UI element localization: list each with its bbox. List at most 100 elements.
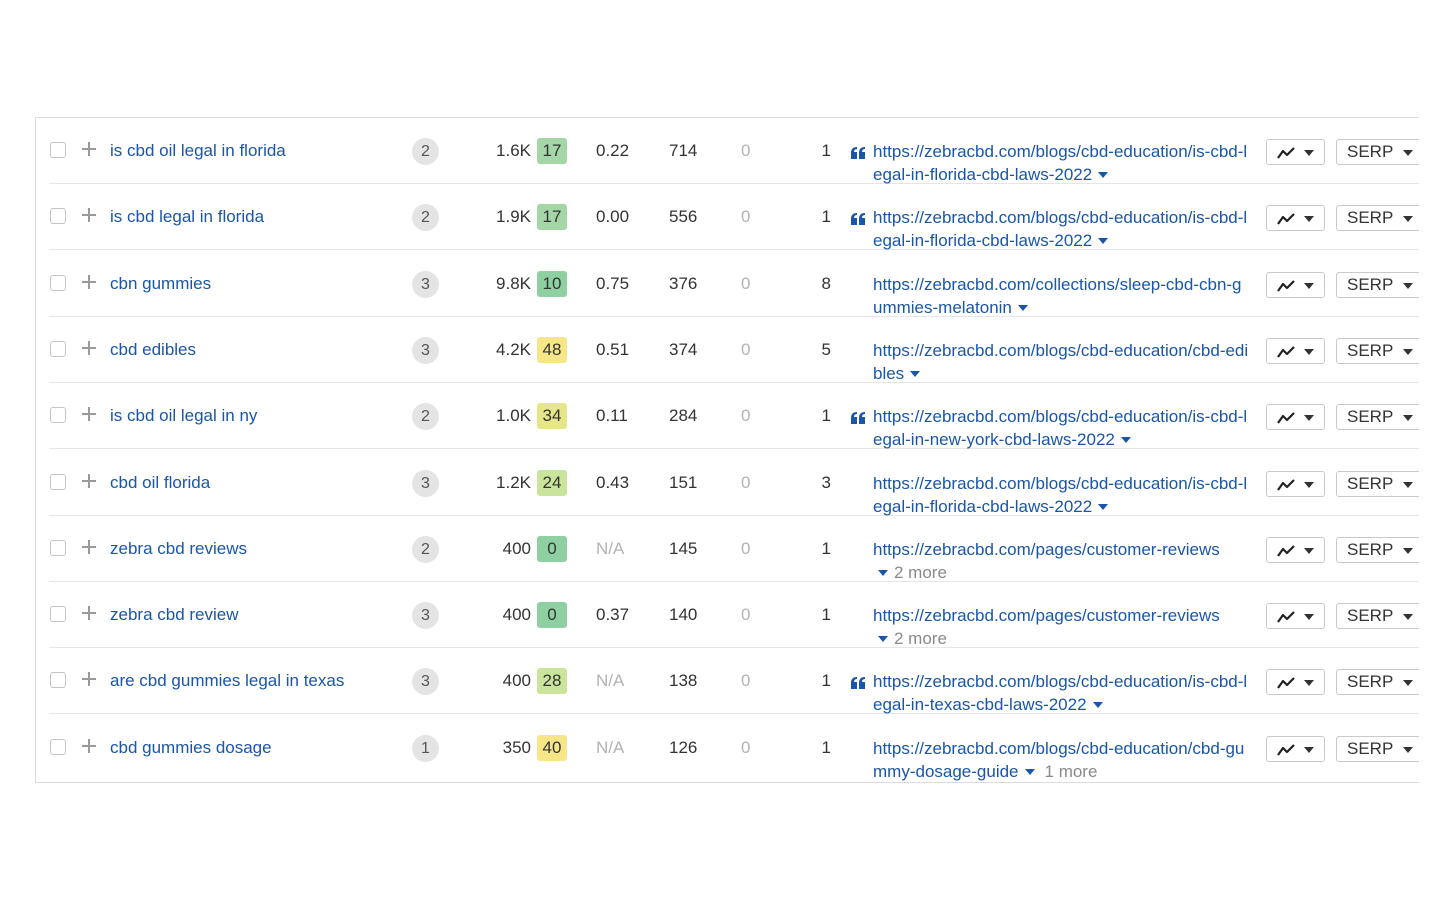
chevron-down-icon[interactable] <box>1024 768 1035 775</box>
chevron-down-icon[interactable] <box>1120 437 1131 444</box>
url-text[interactable]: https://zebracbd.com/pages/customer-revi… <box>873 606 1220 625</box>
checkbox-icon[interactable] <box>50 208 66 225</box>
chevron-down-icon[interactable] <box>1098 172 1109 178</box>
chevron-down-icon <box>1304 415 1314 422</box>
chevron-down-icon[interactable] <box>1017 304 1028 311</box>
url-text[interactable]: https://zebracbd.com/blogs/cbd-education… <box>873 407 1247 449</box>
table-row: is cbd oil legal in ny 2 1.0K 34 0.11 284 0 1 ht… <box>49 383 1419 451</box>
keyword-link[interactable]: cbd oil florida <box>110 472 210 494</box>
table-row: zebra cbd review 3 400 0 0.37 140 0 1 https://ze… <box>49 582 1419 650</box>
chevron-down-icon[interactable] <box>1098 238 1109 245</box>
trend-button[interactable] <box>1266 139 1325 165</box>
plus-icon[interactable] <box>80 339 98 357</box>
plus-icon[interactable] <box>80 273 98 291</box>
plus-icon[interactable] <box>80 140 98 158</box>
serp-button-label: SERP <box>1347 340 1394 360</box>
ranking-url[interactable]: https://zebracbd.com/blogs/cbd-education… <box>873 206 1249 252</box>
plus-icon[interactable] <box>80 206 98 224</box>
serp-button[interactable]: SERP <box>1336 603 1419 630</box>
chevron-down-icon[interactable] <box>910 370 921 377</box>
traffic-value: 138 <box>669 671 698 691</box>
chevron-down-icon[interactable] <box>1092 702 1103 709</box>
plus-icon[interactable] <box>80 405 98 423</box>
trend-button[interactable] <box>1266 470 1325 497</box>
serp-button[interactable]: SERP <box>1336 404 1419 431</box>
ranking-url[interactable]: https://zebracbd.com/blogs/cbd-education… <box>873 140 1249 186</box>
trend-button[interactable] <box>1266 603 1325 630</box>
chevron-down-icon <box>1304 216 1314 223</box>
checkbox-icon[interactable] <box>50 672 66 689</box>
serp-button[interactable]: SERP <box>1336 470 1419 497</box>
checkbox-icon[interactable] <box>50 738 66 755</box>
serp-button[interactable]: SERP <box>1336 735 1419 762</box>
ranking-url[interactable]: https://zebracbd.com/blogs/cbd-education… <box>873 737 1249 782</box>
serp-button[interactable]: SERP <box>1336 205 1419 232</box>
url-text[interactable]: https://zebracbd.com/blogs/cbd-education… <box>873 474 1247 516</box>
trend-chart-icon <box>1277 478 1295 491</box>
plus-icon[interactable] <box>80 604 98 622</box>
ranking-url[interactable]: https://zebracbd.com/blogs/cbd-education… <box>873 339 1249 385</box>
serp-button[interactable]: SERP <box>1336 271 1419 298</box>
search-volume: 9.8K <box>496 273 531 293</box>
ranking-url[interactable]: https://zebracbd.com/pages/customer-revi… <box>873 538 1249 584</box>
position-value: 1 <box>821 737 831 757</box>
serp-button[interactable]: SERP <box>1336 337 1419 364</box>
ranking-url[interactable]: https://zebracbd.com/blogs/cbd-education… <box>873 405 1249 451</box>
chevron-down-icon[interactable] <box>878 569 888 576</box>
ranking-url[interactable]: https://zebracbd.com/pages/customer-revi… <box>873 604 1249 650</box>
trend-button[interactable] <box>1266 337 1325 364</box>
more-urls-link[interactable]: 2 more <box>894 629 947 648</box>
checkbox-icon[interactable] <box>50 142 66 158</box>
keyword-link[interactable]: zebra cbd reviews <box>110 538 247 560</box>
keyword-link[interactable]: zebra cbd review <box>110 604 239 626</box>
serp-button[interactable]: SERP <box>1336 669 1419 696</box>
trend-button[interactable] <box>1266 205 1325 232</box>
position-value: 1 <box>821 671 831 691</box>
plus-icon[interactable] <box>80 538 98 556</box>
checkbox-icon[interactable] <box>50 606 66 623</box>
url-text[interactable]: https://zebracbd.com/blogs/cbd-education… <box>873 672 1247 714</box>
url-text[interactable]: https://zebracbd.com/collections/sleep-c… <box>873 275 1242 317</box>
chevron-down-icon[interactable] <box>878 636 888 643</box>
keyword-link[interactable]: cbd gummies dosage <box>110 737 272 759</box>
checkbox-icon[interactable] <box>50 274 66 291</box>
url-text[interactable]: https://zebracbd.com/blogs/cbd-education… <box>873 208 1247 250</box>
more-urls-link[interactable]: 1 more <box>1045 762 1098 781</box>
chevron-down-icon[interactable] <box>1098 503 1109 510</box>
checkbox-icon[interactable] <box>50 539 66 556</box>
keyword-difficulty-badge: 0 <box>537 602 567 629</box>
checkbox-icon[interactable] <box>50 340 66 357</box>
quote-icon <box>851 676 866 690</box>
url-text[interactable]: https://zebracbd.com/pages/customer-revi… <box>873 540 1220 559</box>
trend-button[interactable] <box>1266 271 1325 298</box>
plus-icon[interactable] <box>80 737 98 755</box>
url-text[interactable]: https://zebracbd.com/blogs/cbd-education… <box>873 341 1248 383</box>
plus-icon[interactable] <box>80 670 98 688</box>
trend-button[interactable] <box>1266 669 1325 696</box>
keyword-link[interactable]: is cbd legal in florida <box>110 206 264 228</box>
serp-button-label: SERP <box>1347 208 1394 228</box>
ranking-url[interactable]: https://zebracbd.com/collections/sleep-c… <box>873 273 1249 319</box>
serp-button[interactable]: SERP <box>1336 536 1419 563</box>
chevron-down-icon <box>1403 746 1413 753</box>
url-text[interactable]: https://zebracbd.com/blogs/cbd-education… <box>873 142 1247 184</box>
keyword-link[interactable]: is cbd oil legal in ny <box>110 405 257 427</box>
ranking-url[interactable]: https://zebracbd.com/blogs/cbd-education… <box>873 670 1249 716</box>
ranking-url[interactable]: https://zebracbd.com/blogs/cbd-education… <box>873 472 1249 518</box>
checkbox-icon[interactable] <box>50 473 66 490</box>
serp-button[interactable]: SERP <box>1336 139 1419 165</box>
trend-button[interactable] <box>1266 536 1325 563</box>
cpc-value: N/A <box>596 538 625 558</box>
cpc-value: 0.00 <box>596 207 630 227</box>
trend-button[interactable] <box>1266 735 1325 762</box>
keyword-link[interactable]: cbd edibles <box>110 339 196 361</box>
keyword-link[interactable]: cbn gummies <box>110 273 211 295</box>
zero-value: 0 <box>741 339 751 359</box>
keyword-link[interactable]: is cbd oil legal in florida <box>110 140 286 162</box>
checkbox-icon[interactable] <box>50 407 66 424</box>
more-urls-link[interactable]: 2 more <box>894 563 947 582</box>
plus-icon[interactable] <box>80 472 98 490</box>
trend-button[interactable] <box>1266 404 1325 431</box>
keyword-link[interactable]: are cbd gummies legal in texas <box>110 670 344 692</box>
trend-chart-icon <box>1277 611 1295 623</box>
